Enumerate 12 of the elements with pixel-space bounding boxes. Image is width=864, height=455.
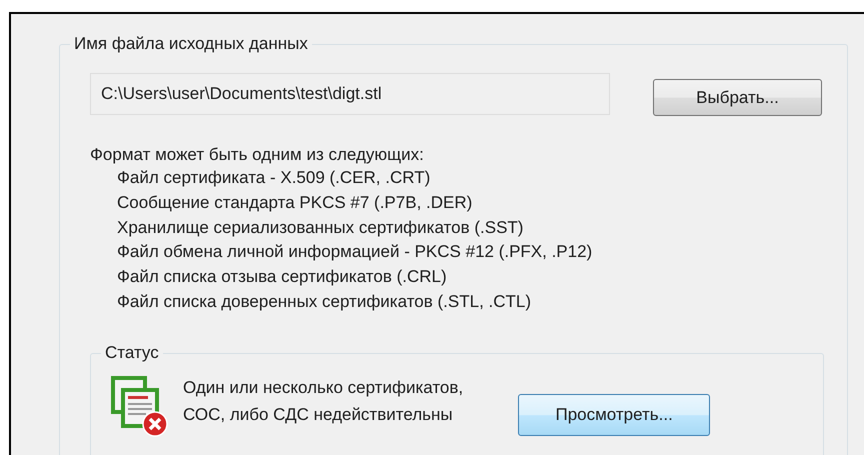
format-item: Сообщение стандарта PKCS #7 (.P7B, .DER): [117, 192, 474, 214]
format-item: Файл списка отзыва сертификатов (.CRL): [117, 266, 448, 288]
file-path-field[interactable]: C:\Users\user\Documents\test\digt.stl: [90, 72, 610, 114]
browse-button[interactable]: Выбрать...: [653, 79, 822, 116]
status-message: Один или несколько сертификатов, СОС, либо СДС недействительны: [183, 376, 464, 426]
format-item: Файл списка доверенных сертификатов (.STL, .CTL): [117, 290, 532, 313]
format-item: Хранилище сериализованных сертификатов (.SST): [117, 216, 524, 239]
format-intro: Формат может быть одним из следующих:: [90, 144, 425, 166]
format-item: Файл обмена личной информацией - PKCS #12 (.PFX, .P12): [117, 241, 594, 264]
format-item: Файл сертификата - X.509 (.CER, .CRT): [117, 167, 432, 189]
view-button[interactable]: Просмотреть...: [518, 394, 710, 436]
group-title: Имя файла исходных данных: [70, 33, 312, 55]
